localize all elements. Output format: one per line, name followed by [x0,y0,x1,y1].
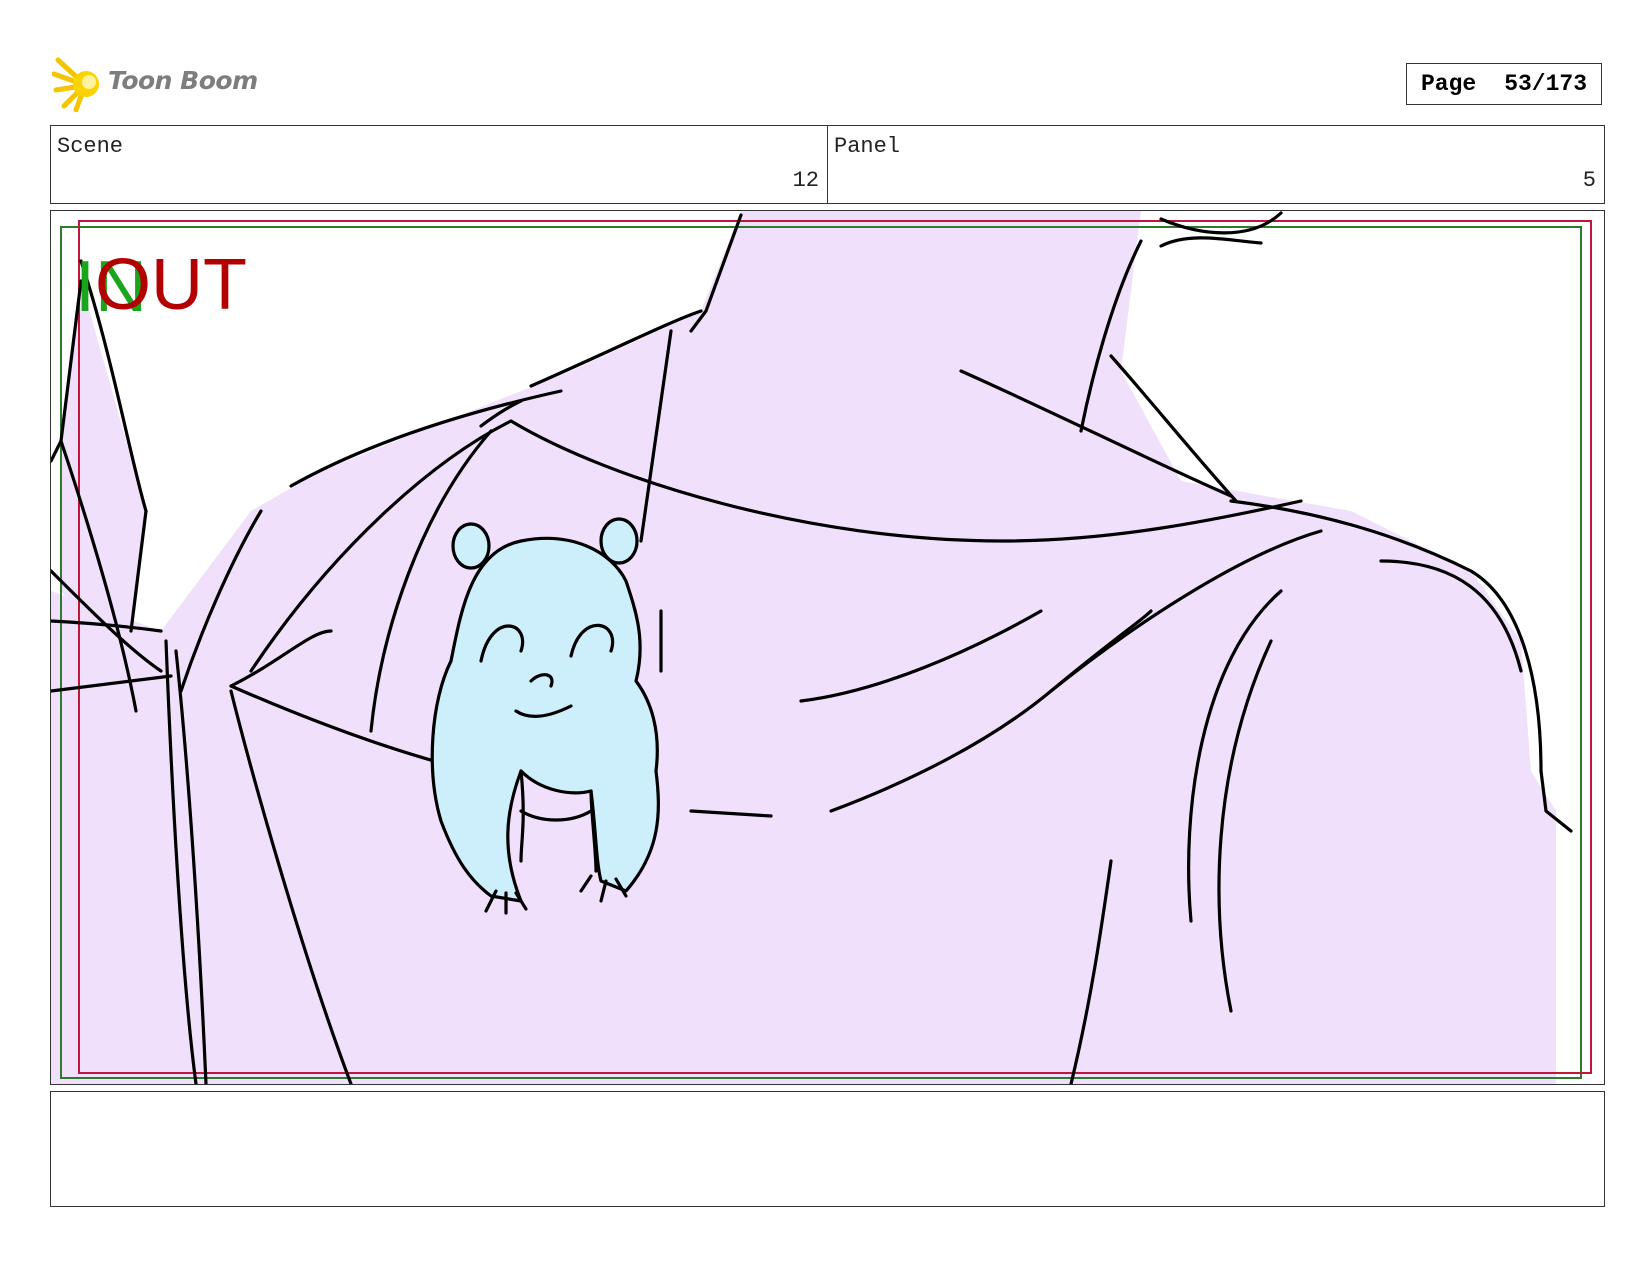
brand-name: Toon Boom [108,66,258,95]
out-marker: OUT [95,245,247,325]
scene-label: Scene [57,134,124,159]
panel-cell: Panel 5 [827,126,1604,203]
storyboard-panel-image: IN OUT [50,210,1605,1085]
page-indicator: Page 53/173 [1406,63,1602,105]
panel-notes-box[interactable] [50,1091,1605,1207]
scene-cell: Scene 12 [51,126,827,203]
burst-icon [51,57,99,113]
panel-drawing: IN OUT [51,211,1592,1084]
scene-number: 12 [792,168,819,193]
page-label: Page [1420,71,1477,97]
panel-label: Panel [834,134,901,159]
scene-panel-header: Scene 12 Panel 5 [50,125,1605,204]
toon-boom-logo: Toon Boom [51,56,272,116]
hamster-ear-left [451,522,491,570]
cloth-fill [51,211,1556,1084]
panel-number: 5 [1582,168,1596,193]
page-number: 53/173 [1504,71,1588,97]
